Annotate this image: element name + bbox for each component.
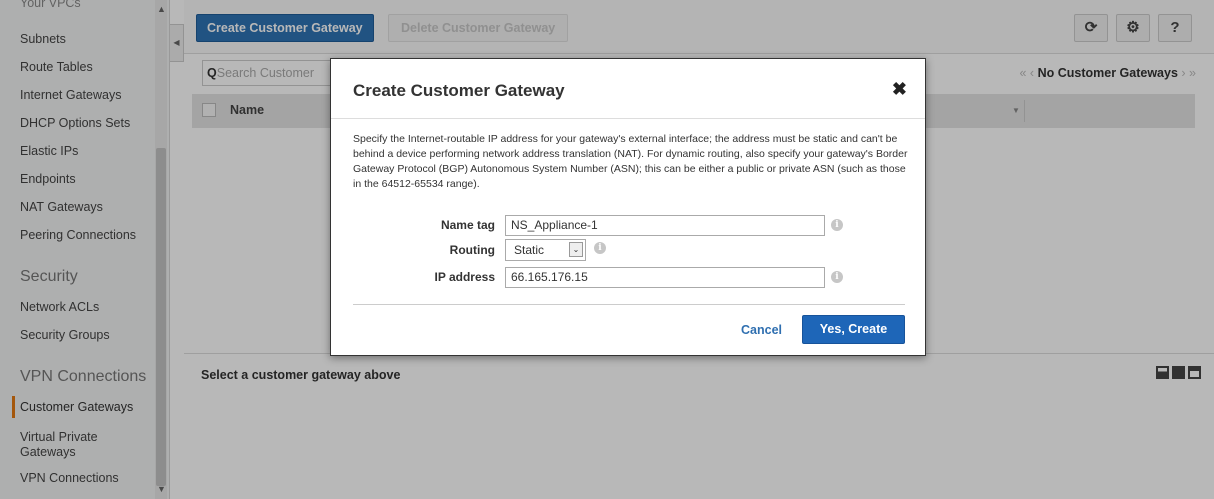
- routing-label: Routing: [449, 243, 495, 257]
- dialog-divider: [353, 304, 905, 305]
- dialog-title: Create Customer Gateway: [353, 81, 565, 100]
- name-tag-label: Name tag: [440, 218, 495, 232]
- chevron-down-icon[interactable]: ⌄: [569, 242, 583, 257]
- dialog-description: Specify the Internet-routable IP address…: [353, 133, 908, 190]
- create-customer-gateway-dialog: Create Customer Gateway ✖ Specify the In…: [330, 58, 926, 356]
- dialog-header: Create Customer Gateway ✖: [331, 59, 925, 119]
- ip-address-label: IP address: [434, 270, 495, 284]
- name-tag-info-icon[interactable]: i: [831, 219, 843, 231]
- routing-select[interactable]: Static ⌄: [505, 239, 586, 261]
- name-tag-input[interactable]: NS_Appliance-1: [505, 215, 825, 236]
- close-icon[interactable]: ✖: [892, 79, 907, 100]
- routing-selected-value: Static: [514, 243, 545, 257]
- yes-create-button[interactable]: Yes, Create: [802, 315, 905, 344]
- ip-address-input[interactable]: 66.165.176.15: [505, 267, 825, 288]
- routing-info-icon[interactable]: i: [594, 242, 606, 254]
- ip-address-info-icon[interactable]: i: [831, 271, 843, 283]
- cancel-button[interactable]: Cancel: [741, 323, 782, 337]
